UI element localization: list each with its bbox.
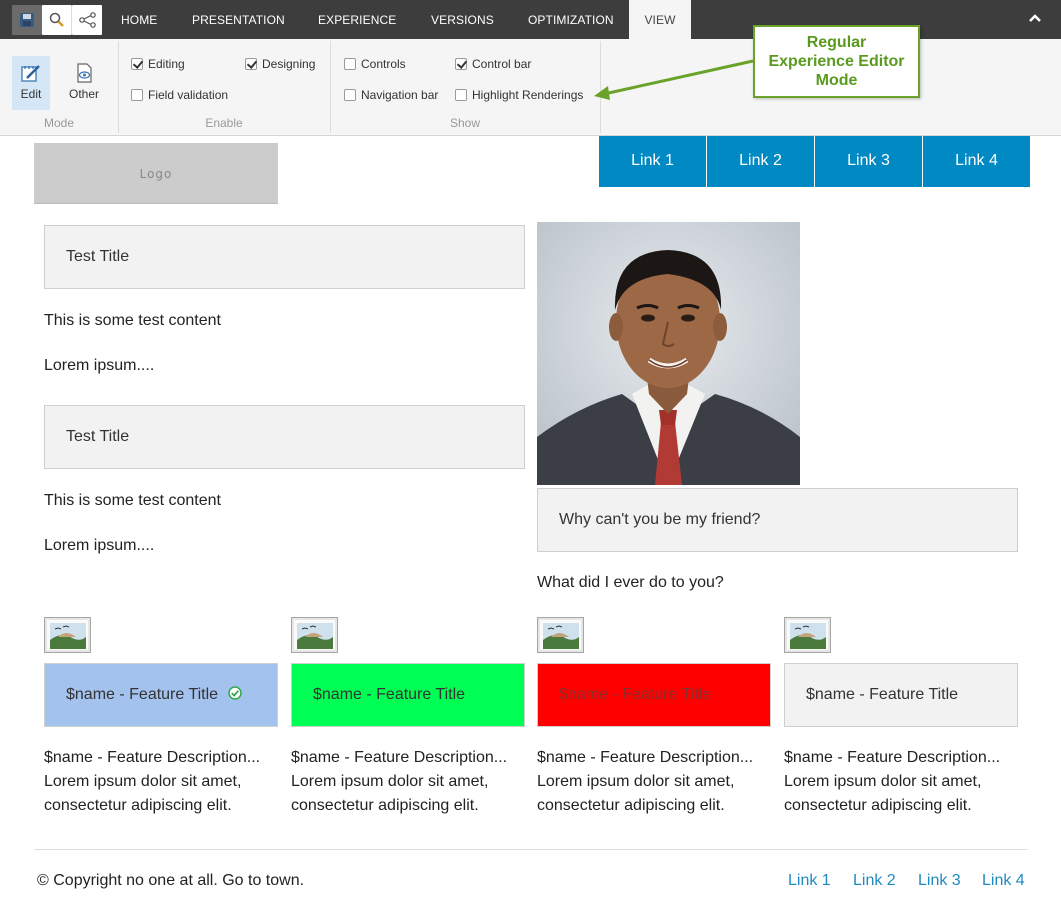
- nav-link-1[interactable]: Link 1: [599, 136, 706, 187]
- feature-description[interactable]: $name - Feature Description... Lorem ips…: [291, 746, 531, 818]
- feature-description-title: $name - Feature Description...: [537, 749, 754, 766]
- feature-description-line: consectetur adipiscing elit.: [537, 797, 725, 814]
- checkbox-unchecked[interactable]: [455, 89, 467, 101]
- image-placeholder-icon: [790, 623, 826, 649]
- footer-link-3[interactable]: Link 3: [918, 872, 961, 890]
- feature-description-line: Lorem ipsum dolor sit amet,: [44, 773, 242, 790]
- checkbox-checked[interactable]: [455, 58, 467, 70]
- checkbox-unchecked[interactable]: [344, 89, 356, 101]
- edit-icon: [21, 65, 40, 82]
- feature-description[interactable]: $name - Feature Description... Lorem ips…: [537, 746, 777, 818]
- feature-title: $name - Feature Title: [806, 686, 959, 703]
- feature-title: $name - Feature Title: [66, 686, 219, 703]
- control-bar-label: Control bar: [472, 57, 532, 71]
- annotation-line-1: Regular: [806, 34, 867, 51]
- editing-label: Editing: [148, 57, 185, 71]
- checkbox-checked[interactable]: [131, 58, 143, 70]
- tree-icon: [79, 12, 96, 28]
- tab-experience[interactable]: EXPERIENCE: [318, 0, 396, 39]
- footer-link-4[interactable]: Link 4: [982, 872, 1025, 890]
- site-logo[interactable]: Logo: [34, 143, 278, 204]
- content-lorem[interactable]: Lorem ipsum....: [44, 537, 154, 555]
- feature-description-line: consectetur adipiscing elit.: [44, 797, 232, 814]
- quote-text[interactable]: What did I ever do to you?: [537, 574, 724, 592]
- navigation-tree-button[interactable]: [72, 5, 102, 35]
- feature-title-box[interactable]: $name - Feature Title: [44, 663, 278, 727]
- content-lorem[interactable]: Lorem ipsum....: [44, 357, 154, 375]
- feature-image-placeholder[interactable]: [537, 617, 584, 653]
- nav-link-3[interactable]: Link 3: [815, 136, 922, 187]
- checkbox-unchecked[interactable]: [131, 89, 143, 101]
- collapse-ribbon-icon[interactable]: [1029, 13, 1041, 23]
- annotation-line-3: Mode: [815, 72, 858, 89]
- mode-group-label: Mode: [43, 116, 75, 130]
- feature-description-line: Lorem ipsum dolor sit amet,: [784, 773, 982, 790]
- feature-title-box[interactable]: $name - Feature Title: [537, 663, 771, 727]
- feature-description-title: $name - Feature Description...: [44, 749, 261, 766]
- feature-description[interactable]: $name - Feature Description... Lorem ips…: [44, 746, 284, 818]
- feature-description-line: Lorem ipsum dolor sit amet,: [537, 773, 735, 790]
- quote-title[interactable]: Why can't you be my friend?: [537, 488, 1018, 552]
- footer-link-1[interactable]: Link 1: [788, 872, 831, 890]
- feature-description-line: consectetur adipiscing elit.: [291, 797, 479, 814]
- check-circle-icon: [227, 686, 242, 701]
- image-placeholder-icon: [297, 623, 333, 649]
- edit-mode-label: Edit: [20, 87, 42, 101]
- tab-presentation[interactable]: PRESENTATION: [192, 0, 285, 39]
- tab-home[interactable]: HOME: [121, 0, 157, 39]
- show-group-label: Show: [449, 116, 481, 130]
- controls-label: Controls: [361, 57, 406, 71]
- feature-description-line: Lorem ipsum dolor sit amet,: [291, 773, 489, 790]
- image-placeholder-icon: [50, 623, 86, 649]
- feature-description-line: consectetur adipiscing elit.: [784, 797, 972, 814]
- tab-optimization[interactable]: OPTIMIZATION: [528, 0, 614, 39]
- tab-view[interactable]: VIEW: [629, 0, 691, 39]
- preview-icon: [77, 63, 92, 83]
- feature-description-title: $name - Feature Description...: [784, 749, 1001, 766]
- feature-title-box[interactable]: $name - Feature Title: [291, 663, 525, 727]
- annotation-line-2: Experience Editor: [768, 53, 905, 70]
- content-text[interactable]: This is some test content: [44, 492, 221, 510]
- feature-description[interactable]: $name - Feature Description... Lorem ips…: [784, 746, 1024, 818]
- feature-title: $name - Feature Title: [313, 686, 466, 703]
- feature-image-placeholder[interactable]: [291, 617, 338, 653]
- footer-divider: [34, 849, 1028, 850]
- footer-link-2[interactable]: Link 2: [853, 872, 896, 890]
- edit-mode-button[interactable]: Edit: [12, 56, 50, 110]
- nav-link-4[interactable]: Link 4: [923, 136, 1030, 187]
- search-button[interactable]: [42, 5, 72, 35]
- content-text[interactable]: This is some test content: [44, 312, 221, 330]
- highlight-renderings-label: Highlight Renderings: [472, 88, 584, 102]
- annotation-callout: Regular Experience Editor Mode: [753, 25, 920, 98]
- save-button[interactable]: [12, 5, 42, 35]
- enable-group-label: Enable: [205, 116, 243, 130]
- checkbox-checked[interactable]: [245, 58, 257, 70]
- nav-link-2[interactable]: Link 2: [707, 136, 814, 187]
- other-mode-label: Other: [68, 87, 99, 101]
- other-mode-button[interactable]: Other: [65, 56, 103, 110]
- search-icon: [49, 12, 64, 27]
- tab-versions[interactable]: VERSIONS: [431, 0, 494, 39]
- feature-image-placeholder[interactable]: [784, 617, 831, 653]
- field-validation-label: Field validation: [148, 88, 229, 102]
- feature-description-title: $name - Feature Description...: [291, 749, 508, 766]
- feature-title-box[interactable]: $name - Feature Title: [784, 663, 1018, 727]
- copyright-text[interactable]: © Copyright no one at all. Go to town.: [37, 872, 304, 890]
- content-title[interactable]: Test Title: [44, 225, 525, 289]
- designing-label: Designing: [262, 57, 316, 71]
- save-icon: [20, 13, 34, 27]
- content-title[interactable]: Test Title: [44, 405, 525, 469]
- feature-image-placeholder[interactable]: [44, 617, 91, 653]
- checkbox-unchecked[interactable]: [344, 58, 356, 70]
- navigation-bar-label: Navigation bar: [361, 88, 439, 102]
- annotation-arrow: [594, 59, 754, 100]
- profile-photo[interactable]: [537, 222, 800, 485]
- feature-title: $name - Feature Title: [559, 686, 712, 703]
- image-placeholder-icon: [543, 623, 579, 649]
